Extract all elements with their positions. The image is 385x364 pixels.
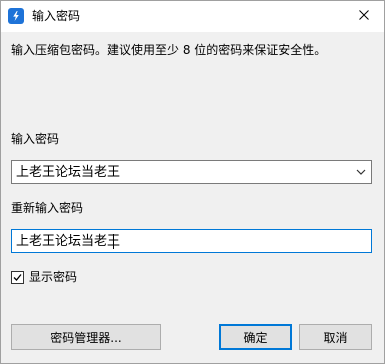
password-value: 上老王论坛当老王 [16, 165, 121, 180]
close-icon [359, 9, 369, 23]
dialog-body: 输入压缩包密码。建议使用至少 8 位的密码来保证安全性。 输入密码 上老王论坛当… [1, 32, 384, 363]
text-caret [113, 234, 114, 249]
close-button[interactable] [344, 1, 384, 31]
show-password-checkbox[interactable] [11, 271, 24, 284]
chevron-down-icon[interactable] [355, 166, 367, 178]
reenter-password-label: 重新输入密码 [11, 201, 84, 215]
app-logo-icon [8, 8, 24, 24]
info-text: 输入压缩包密码。建议使用至少 8 位的密码来保证安全性。 [11, 43, 327, 57]
reenter-password-input[interactable]: 上老王论坛当老王 [11, 229, 372, 253]
cancel-button[interactable]: 取消 [299, 324, 372, 350]
password-manager-button[interactable]: 密码管理器... [11, 324, 161, 350]
checkmark-icon [13, 274, 22, 281]
window-title: 输入密码 [32, 9, 81, 23]
ok-button[interactable]: 确定 [219, 324, 292, 350]
password-label: 输入密码 [11, 132, 60, 146]
reenter-password-value: 上老王论坛当老王 [16, 234, 121, 249]
password-dialog: 输入密码 输入压缩包密码。建议使用至少 8 位的密码来保证安全性。 输入密码 上… [0, 0, 385, 364]
password-combobox[interactable]: 上老王论坛当老王 [11, 160, 372, 184]
title-bar[interactable]: 输入密码 [1, 1, 384, 31]
show-password-label[interactable]: 显示密码 [29, 270, 77, 284]
